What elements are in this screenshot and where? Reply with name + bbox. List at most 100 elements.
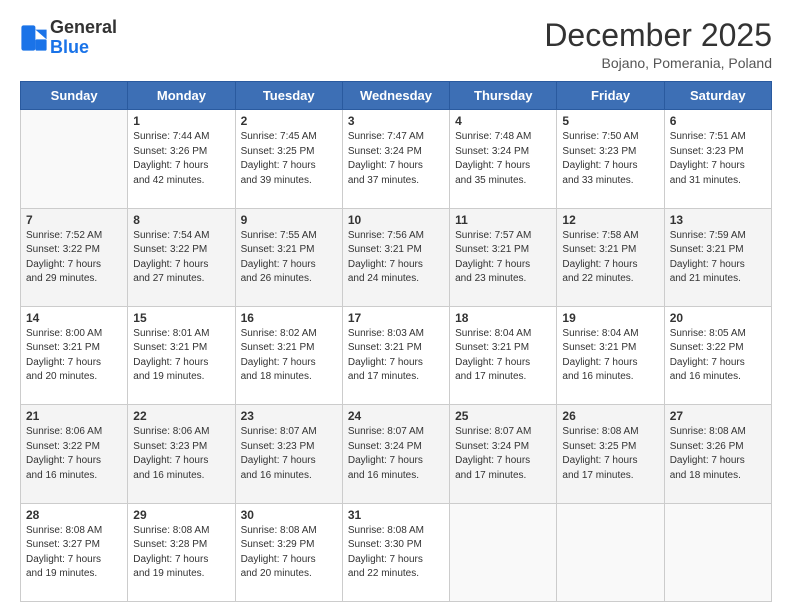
day-info: Sunrise: 7:59 AM Sunset: 3:21 PM Dayligh… — [670, 229, 766, 287]
day-info: Sunrise: 8:06 AM Sunset: 3:22 PM Dayligh… — [26, 425, 122, 483]
calendar-cell: 27 Sunrise: 8:08 AM Sunset: 3:26 PM Dayli… — [664, 405, 771, 503]
day-number: 17 — [348, 311, 444, 325]
logo-blue: Blue — [50, 37, 89, 57]
day-number: 13 — [670, 213, 766, 227]
week-row-5: 28 Sunrise: 8:08 AM Sunset: 3:27 PM Dayli… — [21, 503, 772, 601]
day-info: Sunrise: 7:51 AM Sunset: 3:23 PM Dayligh… — [670, 130, 766, 188]
logo-general: General — [50, 17, 117, 37]
logo-icon — [20, 24, 48, 52]
calendar-cell: 16 Sunrise: 8:02 AM Sunset: 3:21 PM Dayli… — [235, 306, 342, 404]
calendar-cell: 2 Sunrise: 7:45 AM Sunset: 3:25 PM Daylig… — [235, 110, 342, 208]
day-number: 20 — [670, 311, 766, 325]
day-info: Sunrise: 7:54 AM Sunset: 3:22 PM Dayligh… — [133, 229, 229, 287]
header-friday: Friday — [557, 82, 664, 110]
day-info: Sunrise: 8:08 AM Sunset: 3:28 PM Dayligh… — [133, 524, 229, 582]
title-block: December 2025 Bojano, Pomerania, Poland — [544, 18, 772, 71]
calendar-cell: 12 Sunrise: 7:58 AM Sunset: 3:21 PM Dayli… — [557, 208, 664, 306]
calendar-cell: 22Sunrise: 8:06 AM Sunset: 3:23 PM Dayli… — [128, 405, 235, 503]
page: General Blue December 2025 Bojano, Pomer… — [0, 0, 792, 612]
header-tuesday: Tuesday — [235, 82, 342, 110]
day-number: 27 — [670, 409, 766, 423]
logo-text: General Blue — [50, 18, 117, 58]
day-info: Sunrise: 8:04 AM Sunset: 3:21 PM Dayligh… — [562, 327, 658, 385]
day-number: 29 — [133, 508, 229, 522]
day-number: 25 — [455, 409, 551, 423]
calendar-cell: 4 Sunrise: 7:48 AM Sunset: 3:24 PM Daylig… — [450, 110, 557, 208]
calendar-cell: 18Sunrise: 8:04 AM Sunset: 3:21 PM Dayli… — [450, 306, 557, 404]
week-row-4: 21 Sunrise: 8:06 AM Sunset: 3:22 PM Dayli… — [21, 405, 772, 503]
calendar-cell: 20Sunrise: 8:05 AM Sunset: 3:22 PM Dayli… — [664, 306, 771, 404]
calendar-cell — [557, 503, 664, 601]
calendar-cell: 7Sunrise: 7:52 AM Sunset: 3:22 PM Daylig… — [21, 208, 128, 306]
calendar-cell: 17Sunrise: 8:03 AM Sunset: 3:21 PM Dayli… — [342, 306, 449, 404]
day-info: Sunrise: 7:57 AM Sunset: 3:21 PM Dayligh… — [455, 229, 551, 287]
day-info: Sunrise: 7:55 AM Sunset: 3:21 PM Dayligh… — [241, 229, 337, 287]
calendar-cell: 24 Sunrise: 8:07 AM Sunset: 3:24 PM Dayli… — [342, 405, 449, 503]
day-info: Sunrise: 7:44 AM Sunset: 3:26 PM Dayligh… — [133, 130, 229, 188]
calendar-cell: 21 Sunrise: 8:06 AM Sunset: 3:22 PM Dayli… — [21, 405, 128, 503]
day-number: 5 — [562, 114, 658, 128]
day-info: Sunrise: 8:08 AM Sunset: 3:27 PM Dayligh… — [26, 524, 122, 582]
header-saturday: Saturday — [664, 82, 771, 110]
day-number: 28 — [26, 508, 122, 522]
calendar-cell: 3Sunrise: 7:47 AM Sunset: 3:24 PM Daylig… — [342, 110, 449, 208]
day-info: Sunrise: 8:02 AM Sunset: 3:21 PM Dayligh… — [241, 327, 337, 385]
day-info: Sunrise: 8:07 AM Sunset: 3:24 PM Dayligh… — [348, 425, 444, 483]
day-info: Sunrise: 7:58 AM Sunset: 3:21 PM Dayligh… — [562, 229, 658, 287]
day-info: Sunrise: 8:08 AM Sunset: 3:26 PM Dayligh… — [670, 425, 766, 483]
calendar-cell — [21, 110, 128, 208]
calendar-header-row: SundayMondayTuesdayWednesdayThursdayFrid… — [21, 82, 772, 110]
day-number: 24 — [348, 409, 444, 423]
day-number: 14 — [26, 311, 122, 325]
calendar-cell: 8Sunrise: 7:54 AM Sunset: 3:22 PM Daylig… — [128, 208, 235, 306]
week-row-3: 14 Sunrise: 8:00 AM Sunset: 3:21 PM Dayli… — [21, 306, 772, 404]
day-info: Sunrise: 7:56 AM Sunset: 3:21 PM Dayligh… — [348, 229, 444, 287]
day-info: Sunrise: 8:00 AM Sunset: 3:21 PM Dayligh… — [26, 327, 122, 385]
day-info: Sunrise: 8:08 AM Sunset: 3:25 PM Dayligh… — [562, 425, 658, 483]
day-number: 6 — [670, 114, 766, 128]
day-number: 12 — [562, 213, 658, 227]
day-info: Sunrise: 8:07 AM Sunset: 3:23 PM Dayligh… — [241, 425, 337, 483]
header-monday: Monday — [128, 82, 235, 110]
calendar-cell: 14 Sunrise: 8:00 AM Sunset: 3:21 PM Dayli… — [21, 306, 128, 404]
day-number: 23 — [241, 409, 337, 423]
main-title: December 2025 — [544, 18, 772, 53]
calendar-cell: 25 Sunrise: 8:07 AM Sunset: 3:24 PM Dayli… — [450, 405, 557, 503]
day-info: Sunrise: 7:52 AM Sunset: 3:22 PM Dayligh… — [26, 229, 122, 287]
day-number: 2 — [241, 114, 337, 128]
subtitle: Bojano, Pomerania, Poland — [544, 55, 772, 71]
calendar-cell — [664, 503, 771, 601]
calendar-cell: 5Sunrise: 7:50 AM Sunset: 3:23 PM Daylig… — [557, 110, 664, 208]
calendar-cell: 26 Sunrise: 8:08 AM Sunset: 3:25 PM Dayli… — [557, 405, 664, 503]
day-info: Sunrise: 7:45 AM Sunset: 3:25 PM Dayligh… — [241, 130, 337, 188]
day-number: 19 — [562, 311, 658, 325]
day-number: 10 — [348, 213, 444, 227]
day-info: Sunrise: 7:48 AM Sunset: 3:24 PM Dayligh… — [455, 130, 551, 188]
day-number: 21 — [26, 409, 122, 423]
day-number: 22 — [133, 409, 229, 423]
calendar-cell: 13 Sunrise: 7:59 AM Sunset: 3:21 PM Dayli… — [664, 208, 771, 306]
day-info: Sunrise: 8:08 AM Sunset: 3:29 PM Dayligh… — [241, 524, 337, 582]
calendar-cell: 11 Sunrise: 7:57 AM Sunset: 3:21 PM Dayli… — [450, 208, 557, 306]
day-info: Sunrise: 8:08 AM Sunset: 3:30 PM Dayligh… — [348, 524, 444, 582]
calendar-cell: 19 Sunrise: 8:04 AM Sunset: 3:21 PM Dayli… — [557, 306, 664, 404]
day-number: 26 — [562, 409, 658, 423]
day-number: 1 — [133, 114, 229, 128]
header-wednesday: Wednesday — [342, 82, 449, 110]
calendar-cell: 23 Sunrise: 8:07 AM Sunset: 3:23 PM Dayli… — [235, 405, 342, 503]
week-row-2: 7Sunrise: 7:52 AM Sunset: 3:22 PM Daylig… — [21, 208, 772, 306]
day-number: 16 — [241, 311, 337, 325]
calendar-cell: 1 Sunrise: 7:44 AM Sunset: 3:26 PM Daylig… — [128, 110, 235, 208]
logo: General Blue — [20, 18, 117, 58]
day-number: 11 — [455, 213, 551, 227]
header: General Blue December 2025 Bojano, Pomer… — [20, 18, 772, 71]
calendar-cell — [450, 503, 557, 601]
calendar-cell: 31Sunrise: 8:08 AM Sunset: 3:30 PM Dayli… — [342, 503, 449, 601]
calendar-cell: 29 Sunrise: 8:08 AM Sunset: 3:28 PM Dayli… — [128, 503, 235, 601]
day-number: 30 — [241, 508, 337, 522]
day-number: 3 — [348, 114, 444, 128]
day-info: Sunrise: 8:07 AM Sunset: 3:24 PM Dayligh… — [455, 425, 551, 483]
day-number: 4 — [455, 114, 551, 128]
day-number: 18 — [455, 311, 551, 325]
calendar-cell: 6 Sunrise: 7:51 AM Sunset: 3:23 PM Daylig… — [664, 110, 771, 208]
